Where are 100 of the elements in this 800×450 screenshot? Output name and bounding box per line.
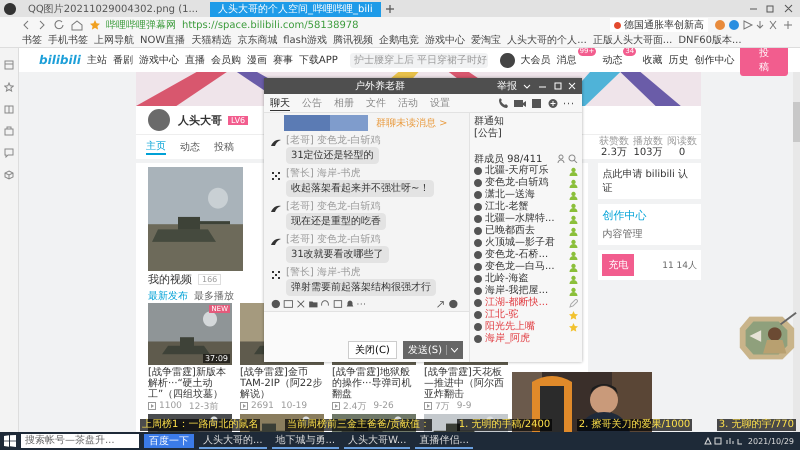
play-icon	[148, 402, 156, 410]
bookmark-item[interactable]: 人头大哥的个人...	[507, 33, 587, 47]
video-title[interactable]: [战争雷霆]天花板—推进中（阿尔西亚炸翻击	[424, 367, 508, 400]
member-item[interactable]: 江湖-都断快...	[474, 297, 578, 309]
bookmark-item[interactable]: 天猫精选	[191, 33, 232, 47]
play-icon	[424, 402, 432, 410]
nav-link[interactable]: 历史	[668, 53, 688, 67]
play-count: 2691	[251, 401, 274, 411]
navigation-icon[interactable]	[22, 19, 84, 31]
toolbar-icons-icon[interactable]	[714, 19, 794, 31]
chat-tab[interactable]: 聊天	[270, 96, 290, 110]
close-button[interactable]: 关闭(C)	[348, 341, 397, 359]
message-input[interactable]: 关闭(C) 发送(S)	[264, 311, 469, 362]
chat-actions-icon[interactable]	[498, 98, 576, 108]
cube-icon[interactable]	[4, 170, 14, 180]
star-icon[interactable]	[4, 82, 14, 92]
member-item[interactable]: 阳光先上嘴	[474, 321, 578, 333]
scrollbar[interactable]	[793, 102, 800, 142]
send-button[interactable]: 发送(S)	[402, 341, 463, 359]
bookmark-item[interactable]: 正版人头大哥面...	[592, 33, 672, 47]
nav-link[interactable]: 会员购	[210, 53, 241, 67]
member-item[interactable]: 海岸_阿虎	[474, 333, 578, 345]
message-bubble: 现在还是重型的吃香	[286, 213, 386, 230]
bookmark-item[interactable]: 书签	[22, 33, 42, 47]
search-field[interactable]: 搜索帐号—茶盘升...	[21, 434, 139, 448]
member-item[interactable]: 火顶城—影子君	[474, 237, 578, 249]
nav-link[interactable]: 创作中心	[694, 53, 734, 67]
section-title: 我的视频	[148, 272, 192, 287]
profile-tab[interactable]: 动态	[180, 140, 200, 154]
member-item[interactable]: 北疆—水牌特...	[474, 213, 578, 225]
star-icon[interactable]	[90, 20, 100, 30]
book-icon[interactable]	[4, 104, 14, 114]
tray-icons-icon[interactable]	[702, 436, 743, 446]
nav-link[interactable]: 游戏中心	[138, 53, 179, 67]
nav-link[interactable]: 主站	[86, 53, 107, 67]
sender-name: [老哥] 变色龙-白斩鸡	[286, 135, 381, 146]
nav-link[interactable]: 直播	[184, 53, 205, 67]
members-title: 群成员 98/411	[474, 152, 542, 164]
member-item[interactable]: 江北-老蟹	[474, 201, 578, 213]
member-item[interactable]: 北疆-天府可乐	[474, 165, 578, 177]
nav-link[interactable]: 下载APP	[298, 53, 338, 67]
person-icon	[569, 250, 578, 260]
sort-tab[interactable]: 最多播放	[194, 288, 234, 302]
bookmark-item[interactable]: DNF60版本...	[678, 33, 742, 47]
clock: 2021/10/29	[748, 436, 794, 446]
member-item[interactable]: 潇北—送海	[474, 189, 578, 201]
bookmark-item[interactable]: 企鹅电竞	[379, 33, 420, 47]
taskbar-app[interactable]: 直播伴侣...	[415, 433, 473, 449]
nav-link[interactable]: 漫画	[246, 53, 267, 67]
member-item[interactable]: 已晚都西去	[474, 225, 578, 237]
video-title[interactable]: [战争雷霆]地狱般的操作···导弹司机翻盘	[332, 367, 416, 400]
caret-icon[interactable]	[451, 348, 458, 352]
new-tab-icon[interactable]	[384, 4, 395, 14]
bookmark-item[interactable]: 爱淘宝	[471, 33, 502, 47]
chat-toolbar-icon[interactable]	[270, 299, 460, 309]
nav-link[interactable]: 收藏	[642, 53, 662, 67]
user-avatar[interactable]	[500, 52, 515, 68]
overlay-text: 当前周榜前三金主爸爸/贡献值：	[284, 419, 432, 431]
taskbar-app[interactable]: 地下城与勇...	[272, 433, 340, 449]
content-manage-link[interactable]: 内容管理	[602, 227, 697, 241]
browser-tab[interactable]: QQ图片20211029004302.png (1...	[20, 2, 206, 17]
person-icon	[569, 238, 578, 248]
member-item[interactable]: 北岭-海盗	[474, 273, 578, 285]
nav-link[interactable]: 番剧	[112, 53, 133, 67]
bookmark-item[interactable]: 手机书签	[48, 33, 88, 47]
report-link[interactable]: 举报	[497, 79, 517, 93]
nav-link[interactable]: 动态	[602, 53, 622, 67]
star-icon	[569, 322, 578, 332]
bookmark-item[interactable]: 腾讯视频	[333, 33, 374, 47]
bookmark-item[interactable]: 上网导航	[94, 33, 134, 47]
window-icon[interactable]	[4, 60, 14, 70]
sender-name: [警长] 海岸-书虎	[286, 267, 361, 278]
nav-link[interactable]: 大会员	[520, 53, 551, 67]
bag-icon[interactable]	[4, 126, 14, 136]
member-item[interactable]: 变色龙-石桥...	[474, 249, 578, 261]
member-item[interactable]: 变色龙-白斩鸡	[474, 177, 578, 189]
profile-tab[interactable]: 投稿	[214, 140, 234, 154]
taskbar-app[interactable]: 人头大哥的...	[199, 433, 267, 449]
member-item[interactable]: 江北-驼	[474, 309, 578, 321]
start-icon[interactable]	[4, 435, 16, 447]
search-button[interactable]: 百度一下	[144, 434, 194, 448]
bookmark-item[interactable]: 游戏中心	[425, 33, 466, 47]
nav-link[interactable]: 消息	[556, 53, 577, 67]
search-field[interactable]: 德国通胀率创新高	[610, 18, 708, 32]
user-avatar[interactable]	[4, 3, 16, 15]
bookmark-item[interactable]: flash游戏	[283, 33, 328, 47]
window-title: 户外养老群	[355, 80, 405, 93]
video-title[interactable]: [战争雷霆]金币TAM-2IP（阿22步解说）	[240, 367, 324, 400]
taskbar-app[interactable]: 人头大哥W...	[344, 433, 410, 449]
chat-icon[interactable]	[4, 148, 14, 158]
member-item[interactable]: 海岸-我把屋...	[474, 285, 578, 297]
bookmark-item[interactable]: 京东商城	[237, 33, 278, 47]
person-icon	[569, 178, 578, 188]
member-item[interactable]: 变色龙—白马...	[474, 261, 578, 273]
notice-text: [公告]	[474, 128, 503, 140]
bird-avatar-icon	[270, 203, 282, 215]
search-icon[interactable]	[556, 154, 578, 163]
nav-link[interactable]: 赛事	[272, 53, 293, 67]
window-controls-icon[interactable]	[748, 4, 794, 14]
bookmark-item[interactable]: NOW直播	[140, 33, 186, 47]
